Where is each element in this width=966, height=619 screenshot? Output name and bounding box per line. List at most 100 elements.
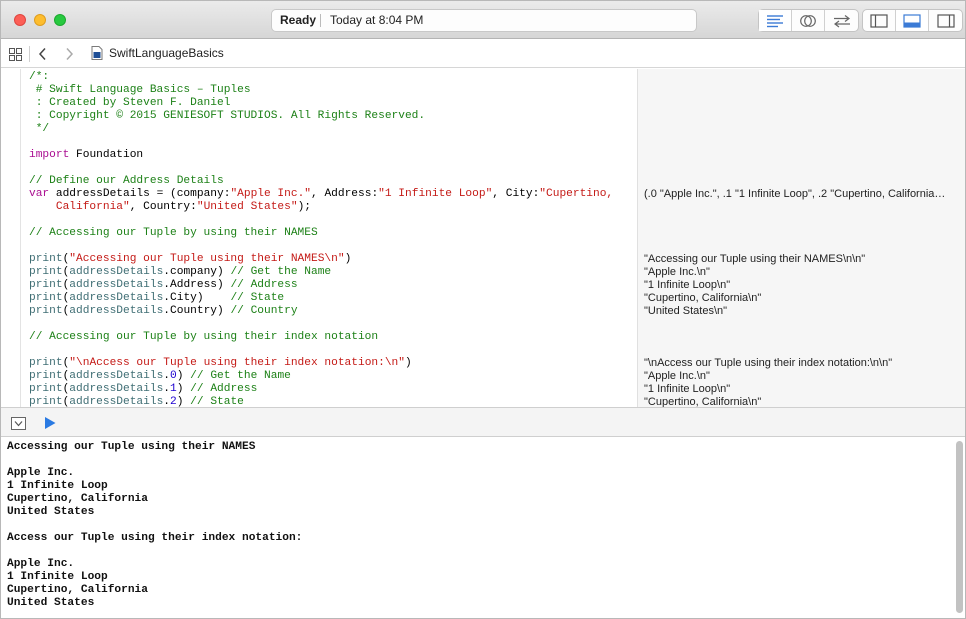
- result-value[interactable]: "1 Infinite Loop\n": [644, 279, 730, 292]
- code-token: "United States": [196, 201, 298, 213]
- code-token: print: [29, 279, 63, 291]
- code-token: // Address: [230, 279, 298, 291]
- code-token: addressDetails: [69, 396, 164, 407]
- hide-debug-area-icon: [10, 416, 26, 430]
- code-token: addressDetails: [69, 370, 164, 382]
- hide-debug-area-button[interactable]: [10, 415, 26, 431]
- code-token: // State: [190, 396, 244, 407]
- jump-bar-divider: [29, 46, 30, 62]
- navigator-toggle-button[interactable]: [863, 10, 896, 31]
- console-line: 1 Infinite Loop: [7, 571, 108, 583]
- code-token: .: [163, 396, 171, 407]
- navigator-toggle-icon: [870, 13, 888, 28]
- assistant-editor-button[interactable]: [792, 10, 825, 31]
- grid-icon: [8, 47, 22, 61]
- code-line: print(addressDetails.Address) // Address: [29, 279, 635, 292]
- activity-status-bar: Ready Today at 8:04 PM: [271, 9, 697, 32]
- code-token: print: [29, 370, 63, 382]
- result-value[interactable]: (.0 "Apple Inc.", .1 "1 Infinite Loop", …: [644, 188, 945, 201]
- forward-button[interactable]: [60, 45, 78, 63]
- code-token: addressDetails: [69, 266, 164, 278]
- console-output[interactable]: Accessing our Tuple using their NAMES App…: [1, 438, 965, 618]
- console-line: Apple Inc.: [7, 558, 75, 570]
- code-token: : Copyright © 2015 GENIESOFT STUDIOS. Al…: [29, 110, 426, 122]
- related-items-button[interactable]: [6, 45, 24, 63]
- code-token: "Cupertino,: [539, 188, 614, 200]
- run-playground-button[interactable]: [42, 415, 58, 431]
- code-token: );: [297, 201, 312, 213]
- standard-editor-icon: [767, 14, 783, 27]
- code-line: print("Accessing our Tuple using their N…: [29, 253, 635, 266]
- chevron-right-icon: [66, 47, 74, 61]
- standard-editor-button[interactable]: [759, 10, 792, 31]
- playground-window: Ready Today at 8:04 PM SwiftLanguageBasi…: [0, 0, 966, 619]
- jump-bar: SwiftLanguageBasics: [1, 40, 965, 68]
- code-line: // Accessing our Tuple by using their in…: [29, 331, 635, 344]
- close-window-button[interactable]: [14, 14, 26, 26]
- code-line: /*:: [29, 71, 635, 84]
- console-line: Cupertino, California: [7, 584, 148, 596]
- code-line: California", Country:"United States");: [29, 201, 635, 214]
- code-token: .Country): [163, 305, 231, 317]
- result-value[interactable]: "Cupertino, California\n": [644, 396, 761, 407]
- source-editor[interactable]: /*: # Swift Language Basics – Tuples : C…: [1, 69, 965, 407]
- result-value[interactable]: "1 Infinite Loop\n": [644, 383, 730, 396]
- code-token: ): [344, 253, 352, 265]
- version-editor-button[interactable]: [825, 10, 858, 31]
- code-token: , Address:: [311, 188, 379, 200]
- code-token: print: [29, 396, 63, 407]
- breadcrumb[interactable]: SwiftLanguageBasics: [91, 46, 224, 60]
- code-token: */: [29, 123, 50, 135]
- status-divider: [320, 14, 321, 27]
- code-token: // Accessing our Tuple by using their in…: [29, 331, 379, 343]
- result-value[interactable]: "Apple Inc.\n": [644, 370, 710, 383]
- code-line: // Accessing our Tuple by using their NA…: [29, 227, 635, 240]
- code-token: print: [29, 383, 63, 395]
- code-token: import: [29, 149, 70, 161]
- editor-mode-group: [758, 9, 859, 32]
- result-value[interactable]: "\nAccess our Tuple using their index no…: [644, 357, 892, 370]
- code-token: .: [163, 383, 171, 395]
- code-token: addressDetails: [69, 292, 164, 304]
- code-line: var addressDetails = (company:"Apple Inc…: [29, 188, 635, 201]
- console-line: 1 Infinite Loop: [7, 480, 108, 492]
- code-token: ): [404, 357, 412, 369]
- code-token: print: [29, 292, 63, 304]
- code-token: print: [29, 266, 63, 278]
- utilities-toggle-icon: [936, 13, 955, 28]
- result-value[interactable]: "Cupertino, California\n": [644, 292, 761, 305]
- result-value[interactable]: "United States\n": [644, 305, 727, 318]
- code-line: */: [29, 123, 635, 136]
- code-token: // Get the Name: [190, 370, 291, 382]
- code-token: , Country:: [129, 201, 197, 213]
- utilities-toggle-button[interactable]: [929, 10, 962, 31]
- zoom-window-button[interactable]: [54, 14, 66, 26]
- console-scrollbar[interactable]: [956, 441, 963, 613]
- breadcrumb-file-name: SwiftLanguageBasics: [109, 46, 224, 60]
- back-button[interactable]: [34, 45, 52, 63]
- code-token: ): [176, 383, 191, 395]
- code-token: # Swift Language Basics – Tuples: [29, 84, 251, 96]
- code-token: /*:: [29, 71, 50, 83]
- result-value[interactable]: "Apple Inc.\n": [644, 266, 710, 279]
- debug-area-toggle-button[interactable]: [896, 10, 929, 31]
- code-token: : Created by Steven F. Daniel: [29, 97, 231, 109]
- console-text: Accessing our Tuple using their NAMES App…: [7, 441, 302, 610]
- playground-file-icon: [91, 46, 103, 60]
- console-line: Apple Inc.: [7, 467, 75, 479]
- code-token: "\nAccess our Tuple using their index no…: [69, 357, 405, 369]
- code-line: # Swift Language Basics – Tuples: [29, 84, 635, 97]
- result-value[interactable]: "Accessing our Tuple using their NAMES\n…: [644, 253, 865, 266]
- assistant-editor-icon: [800, 14, 816, 27]
- console-line: United States: [7, 597, 95, 609]
- code-token: 0: [170, 370, 177, 382]
- code-token: , City:: [492, 188, 540, 200]
- code-area[interactable]: /*: # Swift Language Basics – Tuples : C…: [29, 69, 635, 407]
- minimize-window-button[interactable]: [34, 14, 46, 26]
